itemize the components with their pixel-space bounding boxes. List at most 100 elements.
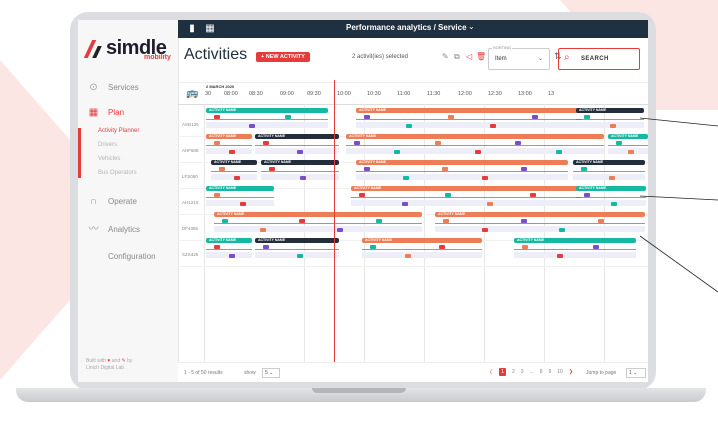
- activity-block[interactable]: ACTIVITY NAME: [206, 134, 252, 156]
- activity-block[interactable]: ACTIVITY NAME: [362, 238, 482, 260]
- activity-block[interactable]: ACTIVITY NAME: [351, 186, 581, 208]
- search-input[interactable]: ⌕ SEARCH: [558, 48, 640, 70]
- stop-badge[interactable]: [403, 176, 410, 180]
- stop-badge[interactable]: [557, 254, 564, 258]
- nav-analytics[interactable]: 〰 Analytics: [88, 224, 141, 235]
- subnav-bus-operators[interactable]: Bus Operators: [98, 170, 137, 176]
- activity-block[interactable]: ACTIVITY NAME: [356, 108, 582, 130]
- stop-badge[interactable]: [404, 254, 411, 258]
- nav-operate[interactable]: ∩ Operate: [88, 196, 137, 207]
- stop-badge[interactable]: [442, 167, 449, 171]
- stop-badge[interactable]: [444, 193, 451, 197]
- activity-block[interactable]: ACTIVITY NAME: [435, 212, 645, 234]
- send-icon[interactable]: ◁: [466, 52, 472, 61]
- nav-configuration[interactable]: Configuration: [108, 252, 156, 261]
- stop-badge[interactable]: [628, 150, 634, 154]
- new-activity-button[interactable]: + NEW ACTIVITY: [256, 52, 310, 62]
- stop-badge[interactable]: [520, 219, 527, 223]
- nav-plan[interactable]: ▦ Plan: [88, 107, 124, 118]
- activity-block[interactable]: ACTIVITY NAME: [255, 238, 339, 260]
- next-page-icon[interactable]: ❯: [569, 369, 573, 375]
- calendar-grid-icon[interactable]: ▦: [204, 23, 216, 35]
- stop-badge[interactable]: [263, 141, 269, 145]
- activity-block[interactable]: ACTIVITY NAME: [255, 134, 339, 156]
- stop-badge[interactable]: [300, 176, 306, 180]
- stop-badge[interactable]: [581, 167, 587, 171]
- stop-badge[interactable]: [297, 254, 303, 258]
- stop-badge[interactable]: [375, 219, 382, 223]
- activity-block[interactable]: ACTIVITY NAME: [514, 238, 636, 260]
- stop-badge[interactable]: [555, 150, 562, 154]
- stop-badge[interactable]: [260, 228, 267, 232]
- copy-icon[interactable]: ⧉: [454, 52, 460, 62]
- stop-badge[interactable]: [559, 228, 566, 232]
- activity-block[interactable]: ACTIVITY NAME: [576, 108, 644, 130]
- stop-badge[interactable]: [401, 202, 408, 206]
- activity-block[interactable]: ACTIVITY NAME: [356, 160, 568, 182]
- stop-badge[interactable]: [364, 115, 370, 119]
- stop-badge[interactable]: [406, 124, 412, 128]
- stop-badge[interactable]: [487, 202, 494, 206]
- stop-badge[interactable]: [598, 219, 605, 223]
- stop-badge[interactable]: [481, 176, 488, 180]
- page-10[interactable]: 10: [557, 369, 563, 375]
- activity-block[interactable]: ACTIVITY NAME: [211, 160, 257, 182]
- stop-badge[interactable]: [448, 115, 454, 119]
- stop-badge[interactable]: [364, 167, 370, 171]
- stop-badge[interactable]: [481, 228, 488, 232]
- stop-badge[interactable]: [394, 150, 401, 154]
- page-3[interactable]: 3: [521, 369, 524, 375]
- stop-badge[interactable]: [520, 167, 527, 171]
- stop-badge[interactable]: [269, 167, 275, 171]
- stop-badge[interactable]: [219, 167, 225, 171]
- subnav-drivers[interactable]: Drivers: [98, 142, 117, 148]
- activity-block[interactable]: ACTIVITY NAME: [346, 134, 604, 156]
- header-title[interactable]: Performance analytics / Service: [346, 23, 467, 32]
- stop-badge[interactable]: [214, 193, 220, 197]
- stop-badge[interactable]: [359, 193, 365, 197]
- chevron-down-icon[interactable]: ⌄: [468, 22, 475, 31]
- stop-badge[interactable]: [337, 228, 344, 232]
- activity-block[interactable]: ACTIVITY NAME: [576, 186, 646, 208]
- sorting-select[interactable]: SORTING Item ⌄: [488, 45, 550, 70]
- stop-badge[interactable]: [214, 245, 220, 249]
- stop-badge[interactable]: [443, 219, 449, 223]
- page-9[interactable]: 9: [549, 369, 552, 375]
- activity-block[interactable]: ACTIVITY NAME: [608, 134, 648, 156]
- stop-badge[interactable]: [240, 202, 246, 206]
- stop-badge[interactable]: [434, 141, 441, 145]
- nav-services[interactable]: ⊙ Services: [88, 82, 138, 93]
- stop-badge[interactable]: [214, 141, 220, 145]
- subnav-vehicles[interactable]: Vehicles: [98, 156, 120, 162]
- stop-badge[interactable]: [297, 150, 303, 154]
- stop-badge[interactable]: [229, 254, 235, 258]
- stop-badge[interactable]: [530, 193, 537, 197]
- bar-chart-icon[interactable]: ▮: [186, 23, 198, 35]
- stop-badge[interactable]: [515, 141, 522, 145]
- stop-badge[interactable]: [234, 176, 240, 180]
- activity-block[interactable]: ACTIVITY NAME: [573, 160, 645, 182]
- stop-badge[interactable]: [229, 150, 235, 154]
- page-8[interactable]: 8: [540, 369, 543, 375]
- activity-block[interactable]: ACTIVITY NAME: [261, 160, 339, 182]
- edit-icon[interactable]: ✎: [442, 52, 449, 61]
- stop-badge[interactable]: [616, 141, 622, 145]
- stop-badge[interactable]: [611, 202, 617, 206]
- stop-badge[interactable]: [354, 141, 360, 145]
- stop-badge[interactable]: [298, 219, 305, 223]
- activity-block[interactable]: ACTIVITY NAME: [206, 238, 252, 260]
- jump-to-page-select[interactable]: 1 ⌄: [626, 368, 646, 378]
- stop-badge[interactable]: [263, 245, 269, 249]
- stop-badge[interactable]: [609, 176, 615, 180]
- stop-badge[interactable]: [439, 245, 446, 249]
- stop-badge[interactable]: [284, 115, 291, 119]
- stop-badge[interactable]: [584, 193, 590, 197]
- stop-badge[interactable]: [522, 245, 528, 249]
- activity-block[interactable]: ACTIVITY NAME: [206, 108, 328, 130]
- trash-icon[interactable]: 🗑: [476, 52, 486, 61]
- page-1[interactable]: 1: [499, 368, 506, 376]
- stop-badge[interactable]: [249, 124, 256, 128]
- activity-block[interactable]: ACTIVITY NAME: [214, 212, 422, 234]
- page-2[interactable]: 2: [512, 369, 515, 375]
- stop-badge[interactable]: [592, 245, 599, 249]
